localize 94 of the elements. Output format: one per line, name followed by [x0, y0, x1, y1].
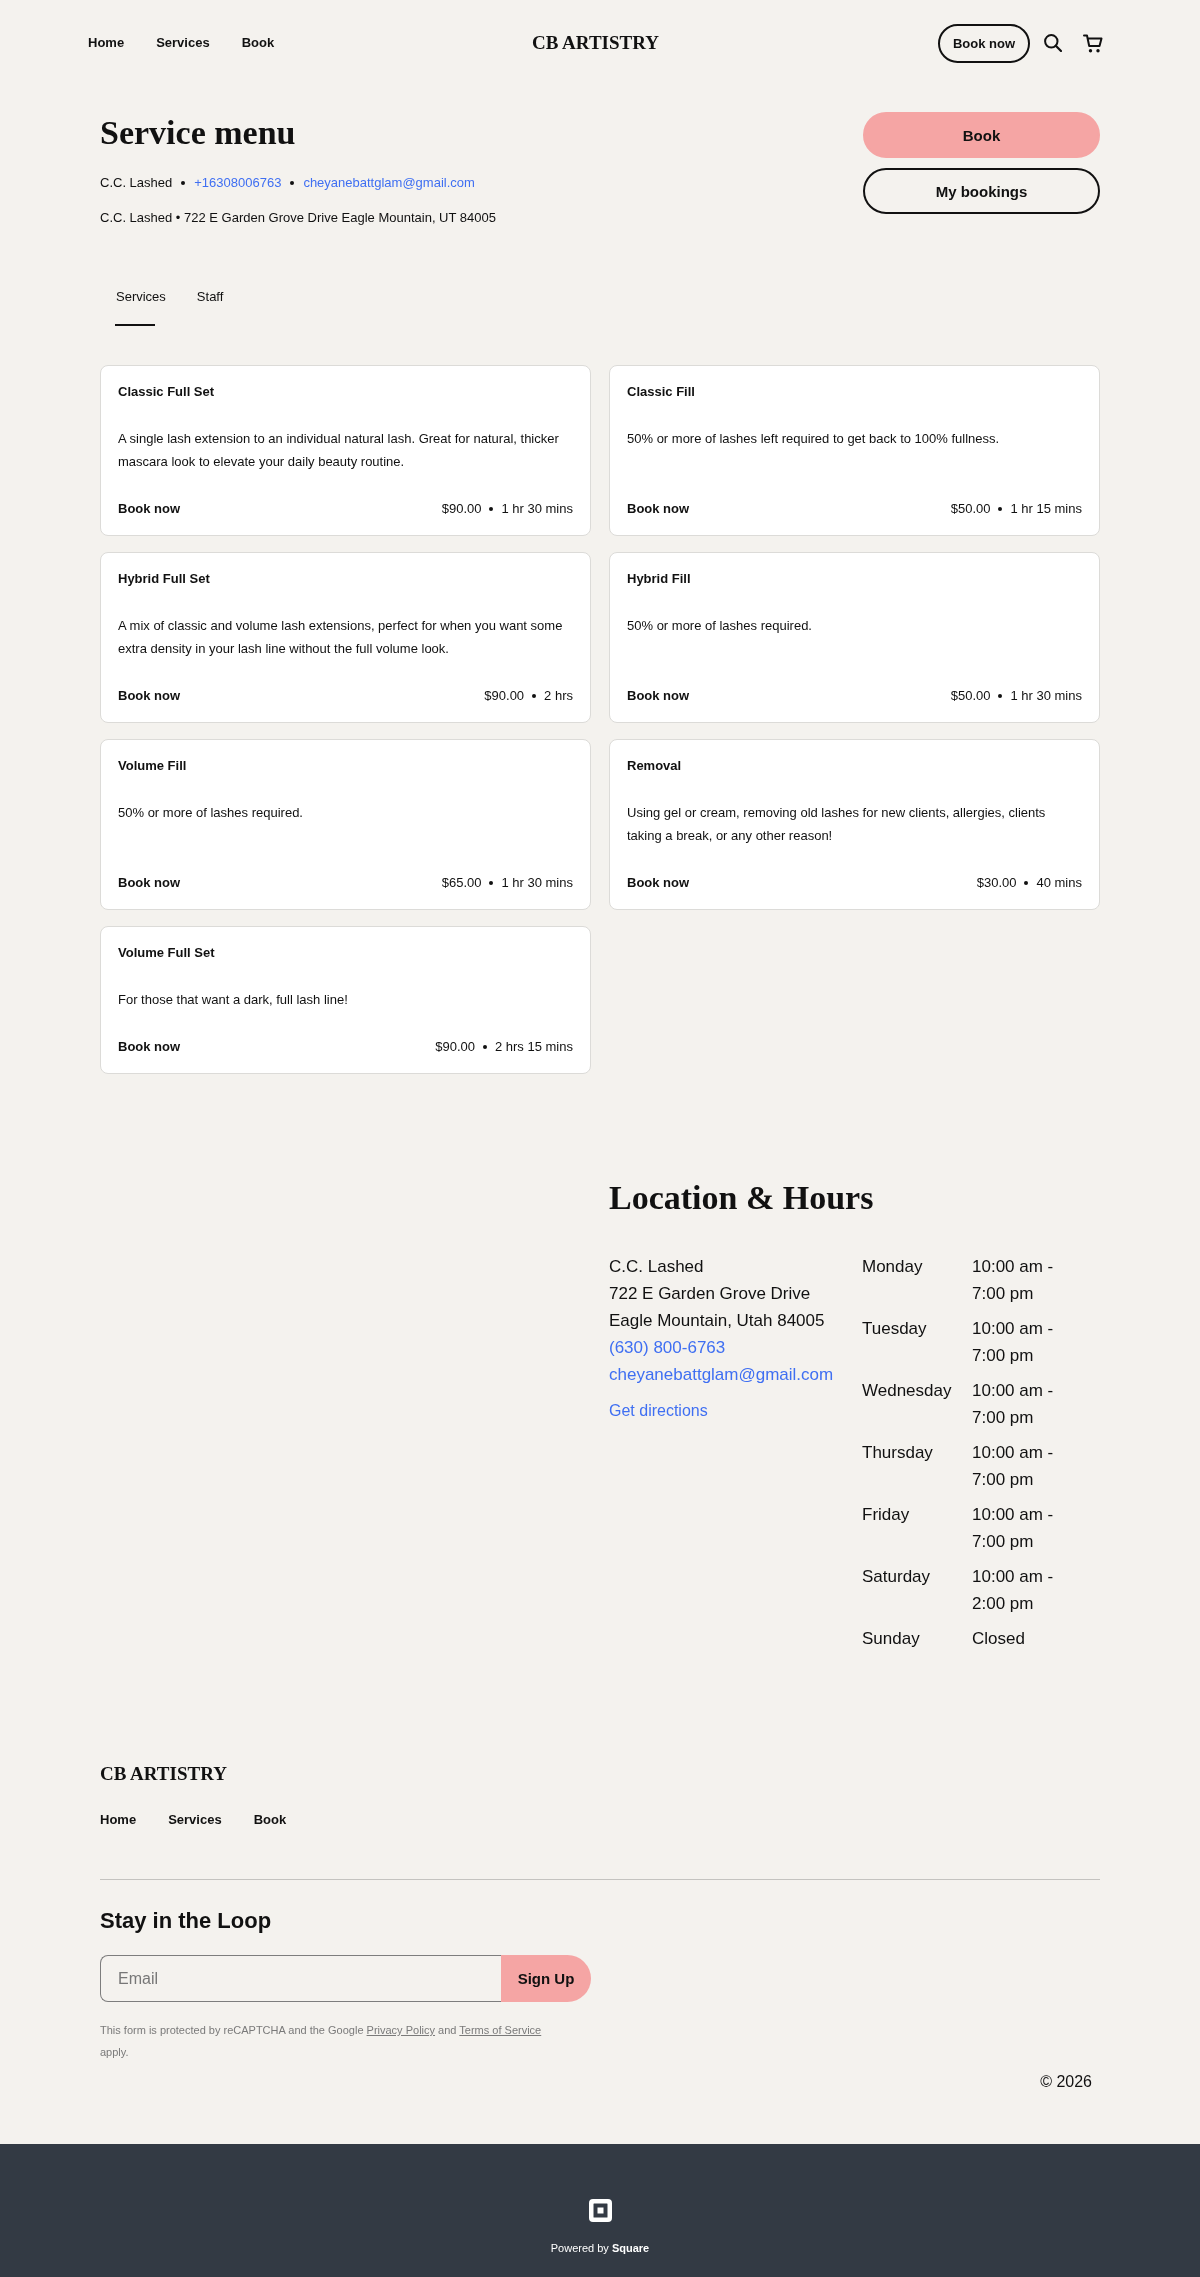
day-label: Sunday: [862, 1628, 921, 1650]
privacy-policy-link[interactable]: Privacy Policy: [366, 2024, 436, 2036]
book-now-link[interactable]: Book now: [627, 686, 690, 706]
duration-text: 1 hr 30 mins: [1010, 687, 1082, 705]
footer-nav-link[interactable]: Book: [253, 1810, 287, 1830]
hours-text: 10:00 am - 7:00 pm: [972, 1442, 1055, 1491]
business-name: C.C. Lashed: [100, 174, 173, 192]
hours-text: Closed: [972, 1628, 1026, 1650]
service-name: Classic Full Set: [118, 383, 216, 401]
tab[interactable]: Services: [116, 287, 166, 326]
book-now-link[interactable]: Book now: [118, 873, 181, 893]
service-description: For those that want a dark, full lash line!: [118, 991, 349, 1009]
footer-nav-link[interactable]: Home: [100, 1810, 137, 1830]
logo[interactable]: CB ARTISTRY: [532, 31, 659, 55]
service-name: Volume Fill: [118, 757, 188, 775]
footer-nav-link[interactable]: Services: [168, 1810, 222, 1830]
address-line: 722 E Garden Grove Drive: [609, 1283, 811, 1305]
nav-link[interactable]: Services: [156, 33, 210, 53]
hours-text: 10:00 am - 7:00 pm: [972, 1318, 1055, 1367]
price-text: $90.00: [435, 1038, 475, 1056]
bullet-icon: [998, 694, 1003, 698]
section-title: Location & Hours: [609, 1178, 875, 1218]
cart-icon[interactable]: [1083, 33, 1103, 53]
address-line: C.C. Lashed: [609, 1256, 704, 1278]
hours-text: 10:00 am - 7:00 pm: [972, 1380, 1055, 1429]
email-link[interactable]: cheyanebattglam@gmail.com: [609, 1361, 834, 1388]
hours-text: 10:00 am - 2:00 pm: [972, 1566, 1055, 1615]
day-label: Tuesday: [862, 1318, 928, 1340]
duration-text: 1 hr 15 mins: [1010, 500, 1082, 518]
duration-text: 2 hrs: [544, 687, 573, 705]
service-description: 50% or more of lashes left required to get back to 100% fullness.: [627, 430, 1001, 448]
tab[interactable]: Staff: [196, 287, 224, 326]
price-text: $90.00: [484, 687, 525, 705]
terms-link[interactable]: Terms of Service: [459, 2024, 542, 2036]
day-label: Wednesday: [862, 1380, 953, 1402]
book-now-button[interactable]: Book now: [937, 23, 1030, 63]
page-title: Service menu: [100, 113, 297, 153]
square-logo-icon: [588, 2199, 612, 2222]
price-text: $65.00: [441, 874, 482, 892]
service-description: Using gel or cream, removing old lashes for new clients, allergies, clients taking a break, or any other reason!: [627, 804, 1047, 845]
book-now-link[interactable]: Book now: [118, 499, 181, 519]
service-name: Volume Full Set: [118, 944, 216, 962]
copyright-text: © 2026: [1040, 2072, 1092, 2092]
address-text: C.C. Lashed • 722 E Garden Grove Drive Eagle Mountain, UT 84005: [100, 209, 496, 227]
price-text: $50.00: [950, 687, 991, 705]
service-name: Hybrid Fill: [627, 570, 692, 588]
sign-up-button[interactable]: Sign Up: [501, 1955, 591, 2002]
service-name: Classic Fill: [627, 383, 696, 401]
bullet-icon: [1024, 881, 1029, 885]
bullet-icon: [532, 694, 537, 698]
address-line: Eagle Mountain, Utah 84005: [609, 1310, 825, 1332]
duration-text: 40 mins: [1036, 874, 1082, 892]
service-description: 50% or more of lashes required.: [627, 617, 813, 635]
day-label: Friday: [862, 1504, 911, 1526]
duration-text: 1 hr 30 mins: [501, 874, 573, 892]
book-now-link[interactable]: Book now: [118, 686, 181, 706]
price-text: $30.00: [976, 874, 1017, 892]
email-link[interactable]: cheyanebattglam@gmail.com: [303, 173, 475, 193]
nav-link[interactable]: Home: [88, 33, 125, 53]
bullet-icon: [482, 1045, 487, 1049]
nav-link[interactable]: Book: [241, 33, 275, 53]
hours-text: 10:00 am - 7:00 pm: [972, 1256, 1055, 1305]
bullet-icon: [181, 181, 186, 185]
phone-link[interactable]: (630) 800-6763: [609, 1334, 726, 1361]
duration-text: 1 hr 30 mins: [501, 500, 573, 518]
bullet-icon: [998, 507, 1003, 511]
newsletter-title: Stay in the Loop: [100, 1907, 273, 1935]
powered-by-text: Powered by Square: [550, 2241, 650, 2256]
book-now-link[interactable]: Book now: [627, 499, 690, 519]
book-now-link[interactable]: Book now: [627, 873, 690, 893]
book-button[interactable]: Book: [863, 112, 1100, 158]
footer-logo[interactable]: CB ARTISTRY: [100, 1763, 227, 1784]
service-name: Hybrid Full Set: [118, 570, 211, 588]
price-text: $90.00: [441, 500, 482, 518]
duration-text: 2 hrs 15 mins: [494, 1038, 573, 1056]
recaptcha-notice: This form is protected by reCAPTCHA and the Google Privacy Policy and Terms of Service apply.: [100, 2023, 543, 2060]
my-bookings-button[interactable]: My bookings: [863, 168, 1100, 214]
book-now-link[interactable]: Book now: [118, 1037, 181, 1057]
service-name: Removal: [627, 757, 683, 775]
directions-link[interactable]: Get directions: [609, 1400, 708, 1422]
phone-link[interactable]: +16308006763: [194, 173, 282, 193]
bullet-icon: [489, 881, 494, 885]
bullet-icon: [489, 507, 494, 511]
day-label: Saturday: [862, 1566, 932, 1588]
bullet-icon: [290, 181, 295, 185]
price-text: $50.00: [950, 500, 991, 518]
hours-text: 10:00 am - 7:00 pm: [972, 1504, 1055, 1553]
day-label: Monday: [862, 1256, 924, 1278]
service-description: A single lash extension to an individual natural lash. Great for natural, thicker mascara look to elevate your daily beauty routine.: [118, 430, 560, 471]
service-description: A mix of classic and volume lash extensions, perfect for when you want some extra density in your lash line without the full volume look.: [118, 617, 564, 658]
service-description: 50% or more of lashes required.: [118, 804, 304, 822]
email-field[interactable]: Email: [100, 1955, 501, 2002]
search-icon[interactable]: [1044, 34, 1062, 52]
day-label: Thursday: [862, 1442, 934, 1464]
